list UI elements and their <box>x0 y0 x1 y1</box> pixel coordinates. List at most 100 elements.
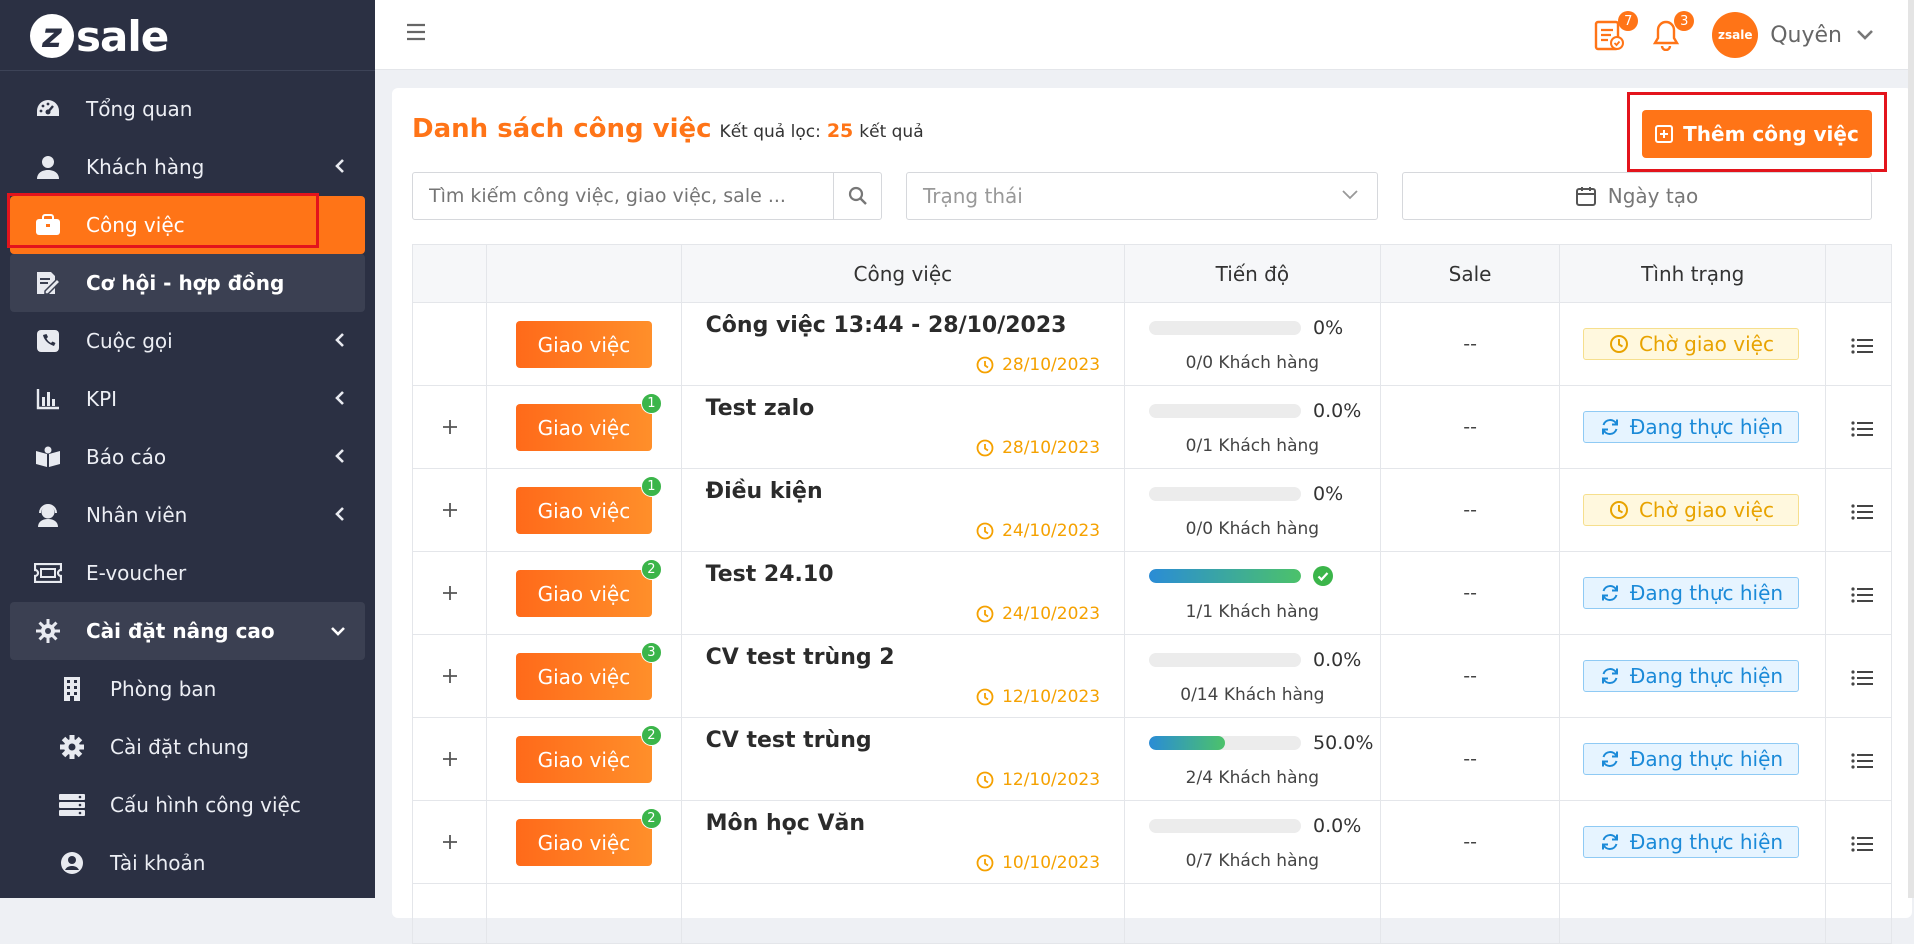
expand-cell <box>413 469 487 551</box>
sale-cell: -- <box>1381 469 1561 551</box>
table-row[interactable]: Giao việc 2 CV test trùng 12/10/2023 50.0% 2/… <box>413 718 1891 801</box>
progress-fill <box>1149 569 1302 583</box>
page-scrollbar[interactable] <box>1908 0 1914 898</box>
task-date: 28/10/2023 <box>976 355 1100 375</box>
task-name[interactable]: Test zalo <box>706 396 815 421</box>
search-button[interactable] <box>833 173 881 219</box>
expand-plus-icon[interactable] <box>441 750 459 768</box>
sidebar-item-cai-dat-nang-cao[interactable]: Cài đặt nâng cao <box>10 602 365 660</box>
user-name[interactable]: Quyên <box>1770 23 1842 48</box>
task-name[interactable]: Điều kiện <box>706 479 823 504</box>
status-text: Chờ giao việc <box>1638 498 1774 522</box>
action-cell: Giao việc 2 <box>487 801 682 883</box>
sale-value: -- <box>1463 333 1477 355</box>
progress-track <box>1149 321 1302 335</box>
customer-count: 0/0 Khách hàng <box>1185 519 1320 539</box>
status-cell: Đang thực hiện <box>1560 718 1827 800</box>
user-icon <box>34 153 62 181</box>
row-menu-icon[interactable] <box>1851 835 1874 853</box>
sidebar-item-label: Cơ hội - hợp đồng <box>86 271 285 295</box>
status-badge: Chờ giao việc <box>1583 328 1800 360</box>
search-input[interactable] <box>413 173 833 219</box>
customer-count: 0/0 Khách hàng <box>1185 353 1320 373</box>
action-cell: Giao việc 2 <box>487 718 682 800</box>
result-suffix: kết quả <box>859 122 924 142</box>
table-row[interactable]: Giao việc 1 Điều kiện 24/10/2023 0% 0/0 Khách… <box>413 469 1891 552</box>
assign-task-button[interactable]: Giao việc <box>515 819 652 866</box>
assign-task-button[interactable]: Giao việc <box>515 404 652 451</box>
menu-cell <box>1826 469 1891 551</box>
sidebar-item-cuoc-goi[interactable]: Cuộc gọi <box>0 312 375 370</box>
expand-cell <box>413 884 487 943</box>
sidebar-item-cai-dat-chung[interactable]: Cài đặt chung <box>0 718 375 776</box>
sale-value: -- <box>1463 582 1477 604</box>
table-row[interactable]: Giao việc Công việc 13:44 - 28/10/2023 28/… <box>413 303 1891 386</box>
settings-icon <box>34 617 62 645</box>
row-menu-icon[interactable] <box>1851 669 1874 687</box>
status-text: Chờ giao việc <box>1638 332 1774 356</box>
table-header: Công việc Tiến độ Sale Tình trạng <box>413 245 1891 303</box>
sale-value: -- <box>1463 831 1477 853</box>
table-row[interactable]: Giao việc 3 CV test trùng 2 12/10/2023 0.0% 0… <box>413 635 1891 718</box>
menu-toggle-icon[interactable] <box>405 22 427 42</box>
notification-button[interactable]: 3 <box>1652 11 1695 51</box>
progress-bar: 0% <box>1149 483 1343 505</box>
brand-logo[interactable]: z sale <box>30 12 169 61</box>
assign-task-button[interactable]: Giao việc <box>515 736 652 783</box>
customer-count: 0/1 Khách hàng <box>1185 436 1320 456</box>
table-row[interactable]: Giao việc 1 Test zalo 28/10/2023 0.0% 0/1 Khá… <box>413 386 1891 469</box>
expand-plus-icon[interactable] <box>441 667 459 685</box>
row-menu-icon[interactable] <box>1851 752 1874 770</box>
progress-track <box>1149 653 1302 667</box>
row-menu-icon[interactable] <box>1851 586 1874 604</box>
sidebar-item-cau-hinh-cong-viec[interactable]: Cấu hình công việc <box>0 776 375 834</box>
sidebar-item-tong-quan[interactable]: Tổng quan <box>0 80 375 138</box>
row-menu-icon[interactable] <box>1851 420 1874 438</box>
sidebar-item-tai-khoan[interactable]: Tài khoản <box>0 834 375 892</box>
assign-task-button[interactable]: Giao việc <box>515 487 652 534</box>
row-menu-icon[interactable] <box>1851 503 1874 521</box>
sidebar-item-kpi[interactable]: KPI <box>0 370 375 428</box>
assign-task-button[interactable]: Giao việc <box>515 570 652 617</box>
sidebar-item-bao-cao[interactable]: Báo cáo <box>0 428 375 486</box>
sidebar-item-e-voucher[interactable]: E-voucher <box>0 544 375 602</box>
table-row[interactable] <box>413 884 1891 943</box>
task-name[interactable]: Test 24.10 <box>706 562 834 587</box>
table-row[interactable]: Giao việc 2 Môn học Văn 10/10/2023 0.0% 0/7 K… <box>413 801 1891 884</box>
progress-cell: 0.0% 0/7 Khách hàng <box>1125 801 1381 883</box>
sidebar-item-phong-ban[interactable]: Phòng ban <box>0 660 375 718</box>
progress-bar: 0% <box>1149 317 1343 339</box>
expand-plus-icon[interactable] <box>441 418 459 436</box>
task-date: 12/10/2023 <box>976 687 1100 707</box>
progress-percent: 0.0% <box>1313 815 1362 837</box>
table-row[interactable]: Giao việc 2 Test 24.10 24/10/2023 1/1 Khách … <box>413 552 1891 635</box>
row-menu-icon[interactable] <box>1851 337 1874 355</box>
assign-task-button[interactable]: Giao việc <box>515 321 652 368</box>
chevron-down-icon[interactable] <box>1856 29 1874 41</box>
task-name[interactable]: CV test trùng <box>706 728 872 753</box>
task-list-button[interactable]: 7 <box>1594 11 1639 51</box>
check-circle-icon <box>1313 566 1334 586</box>
building-icon <box>58 675 86 703</box>
assign-count-badge: 3 <box>640 642 662 663</box>
calendar-icon <box>1575 186 1596 206</box>
date-filter[interactable]: Ngày tạo <box>1402 172 1872 220</box>
sidebar-item-co-hoi-hop-dong[interactable]: Cơ hội - hợp đồng <box>10 254 365 312</box>
avatar[interactable]: zsale <box>1712 12 1759 58</box>
task-cell <box>682 884 1126 943</box>
status-select[interactable]: Trạng thái <box>906 172 1378 220</box>
task-name[interactable]: Công việc 13:44 - 28/10/2023 <box>706 313 1067 338</box>
topbar-actions: 7 3 zsale Quyên <box>1594 0 1874 70</box>
result-summary: Kết quả lọc: 25 kết quả <box>720 120 924 142</box>
expand-plus-icon[interactable] <box>441 833 459 851</box>
sidebar-item-khach-hang[interactable]: Khách hàng <box>0 138 375 196</box>
expand-plus-icon[interactable] <box>441 584 459 602</box>
task-name[interactable]: CV test trùng 2 <box>706 645 895 670</box>
expand-plus-icon[interactable] <box>441 501 459 519</box>
chevron-left-icon <box>335 391 345 405</box>
progress-percent: 0% <box>1313 483 1344 505</box>
task-name[interactable]: Môn học Văn <box>706 811 865 836</box>
sidebar-item-nhan-vien[interactable]: Nhân viên <box>0 486 375 544</box>
status-cell: Đang thực hiện <box>1560 801 1827 883</box>
assign-task-button[interactable]: Giao việc <box>515 653 652 700</box>
